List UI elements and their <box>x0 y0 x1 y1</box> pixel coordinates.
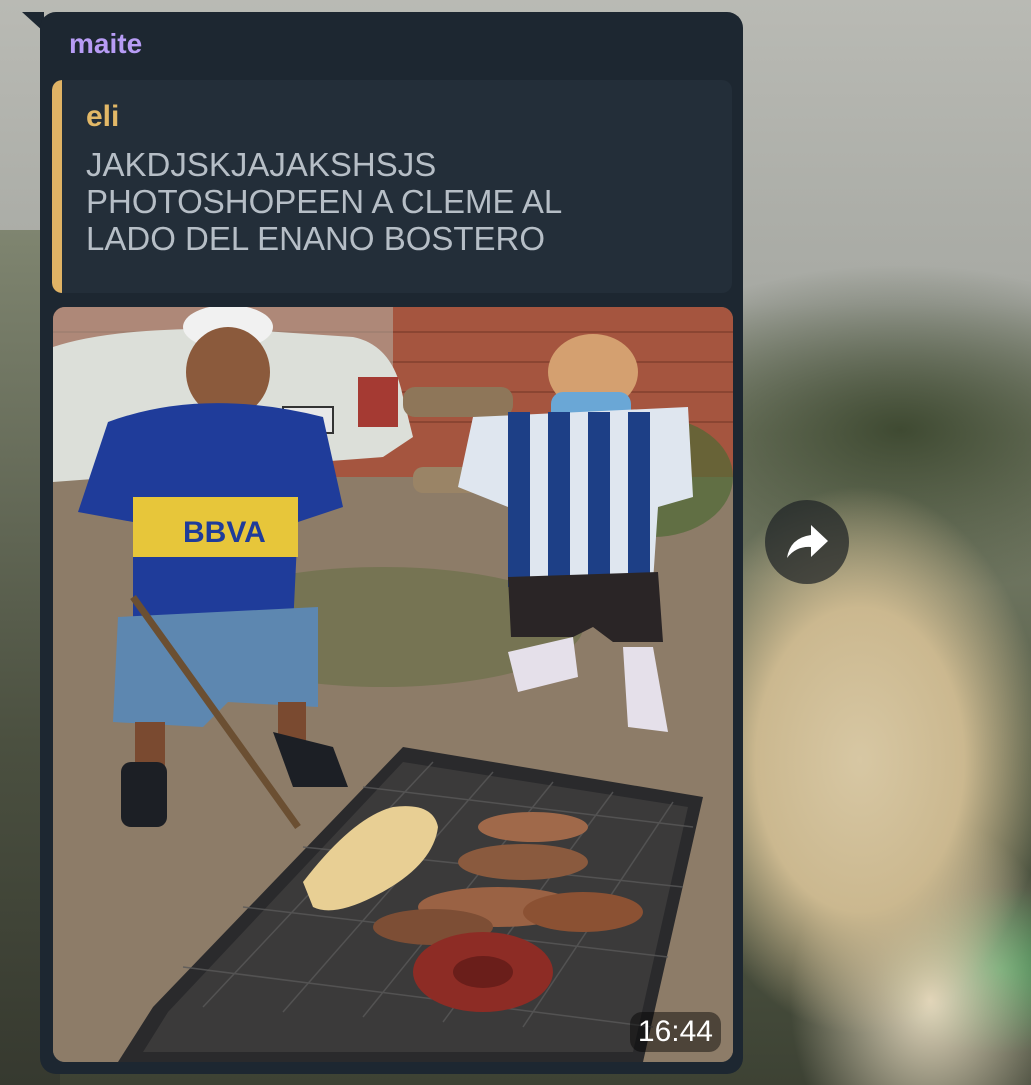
reply-text: JAKDJSKJAJAKSHSJS PHOTOSHOPEEN A CLEME A… <box>86 146 563 257</box>
jersey-sponsor-text: BBVA <box>183 516 266 549</box>
share-arrow-icon <box>787 525 828 558</box>
share-button[interactable] <box>765 500 849 584</box>
message-time: 16:44 <box>629 1012 721 1052</box>
reply-quote[interactable]: eli JAKDJSKJAJAKSHSJS PHOTOSHOPEEN A CLE… <box>52 80 732 293</box>
photo-illustration: BBVA <box>53 307 733 1062</box>
reply-accent-bar <box>52 80 62 293</box>
reply-author: eli <box>86 100 120 133</box>
message-photo[interactable]: BBVA 16:44 <box>53 307 733 1062</box>
sender-name[interactable]: maite <box>69 28 142 60</box>
